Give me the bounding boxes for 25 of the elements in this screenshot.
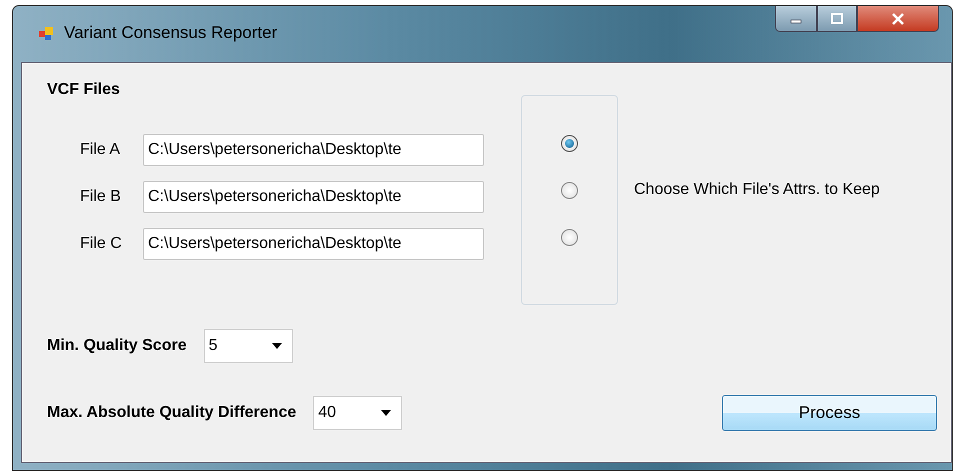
min-quality-label: Min. Quality Score [47,337,187,355]
file-path-field[interactable]: C:\Users\petersonericha\Desktop\te [143,134,484,166]
max-difference-label: Max. Absolute Quality Difference [47,404,296,422]
close-button[interactable] [857,6,939,32]
maximize-icon [829,12,845,24]
file-label: File A [79,140,122,158]
file-label: File C [79,234,123,252]
close-icon [890,12,906,24]
min-quality-dropdown[interactable]: 5 [204,329,293,363]
radio-button[interactable] [561,229,578,246]
process-button[interactable]: Process [722,395,937,431]
app-icon [38,25,54,41]
maximize-button[interactable] [817,6,857,32]
minimize-button[interactable] [775,6,817,32]
max-difference-dropdown[interactable]: 40 [313,396,402,430]
choice-label: Choose Which File's Attrs. to Keep [634,181,880,199]
caret-icon [272,343,282,349]
file-label: File B [79,188,122,206]
section-heading: VCF Files [47,81,121,100]
caret-icon [381,410,392,416]
file-path-field[interactable]: C:\Users\petersonericha\Desktop\te [143,180,484,212]
file-path-field[interactable]: C:\Users\petersonericha\Desktop\te [143,228,484,260]
radio-button[interactable] [561,182,578,199]
window-title: Variant Consensus Reporter [64,23,278,43]
radio-button[interactable] [561,135,578,152]
